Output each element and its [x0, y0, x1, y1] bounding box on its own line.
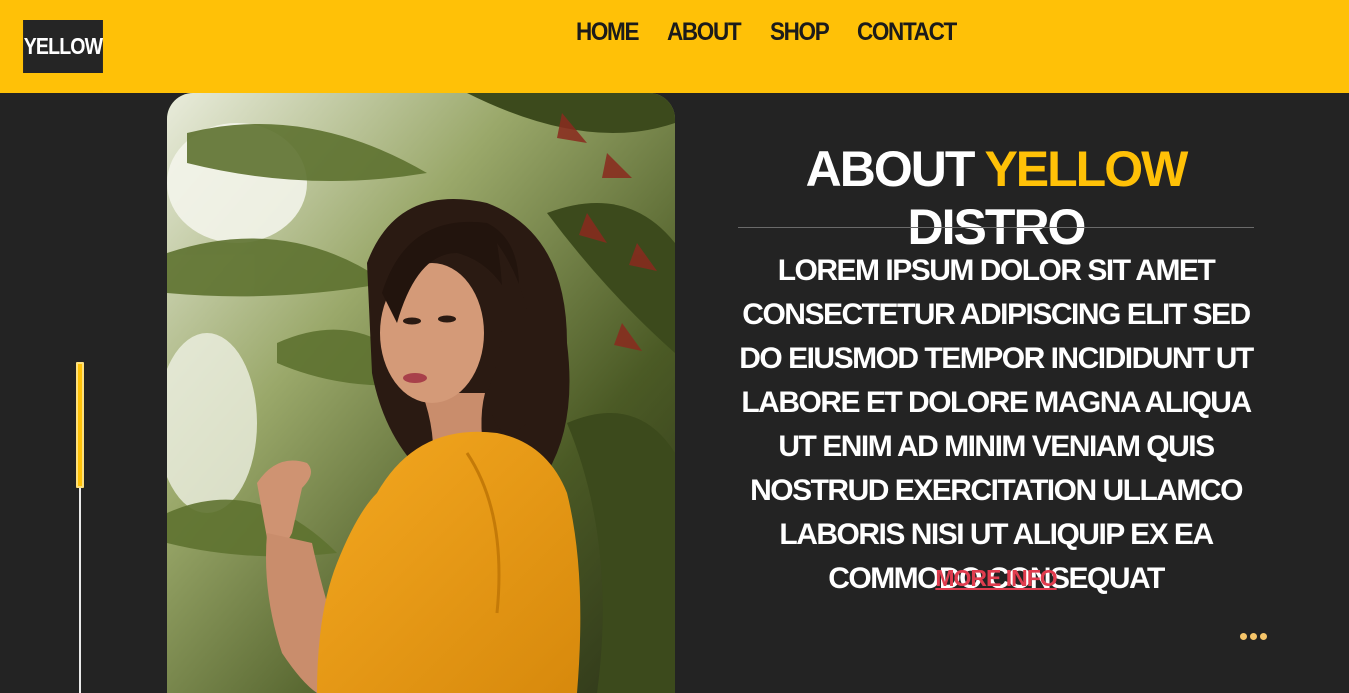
- about-title-accent: YELLOW: [984, 141, 1188, 197]
- more-info-link[interactable]: MORE INFO: [935, 565, 1057, 591]
- scroll-thumb[interactable]: [76, 362, 84, 488]
- site-header: YELLOW HOME ABOUT SHOP CONTACT: [0, 0, 1349, 93]
- about-body-text: LOREM IPSUM DOLOR SIT AMET CONSECTETUR A…: [739, 254, 1254, 595]
- dot: [1250, 633, 1257, 640]
- about-title-prefix: ABOUT: [805, 141, 976, 197]
- nav-item-home[interactable]: HOME: [576, 18, 639, 47]
- brand-logo[interactable]: YELLOW: [23, 20, 103, 73]
- nav-item-contact[interactable]: CONTACT: [857, 18, 957, 47]
- dot: [1260, 633, 1267, 640]
- brand-logo-text: YELLOW: [23, 33, 103, 59]
- more-info-wrapper: MORE INFO: [738, 565, 1254, 592]
- nav-item-shop[interactable]: SHOP: [770, 18, 830, 47]
- about-title: ABOUT YELLOW DISTRO: [738, 140, 1254, 256]
- main-nav: HOME ABOUT SHOP CONTACT: [576, 18, 967, 47]
- hero-photo: [167, 93, 675, 693]
- three-dots-icon[interactable]: [1240, 633, 1267, 640]
- nav-item-about[interactable]: ABOUT: [667, 18, 742, 47]
- dot: [1240, 633, 1247, 640]
- title-divider: [738, 227, 1254, 228]
